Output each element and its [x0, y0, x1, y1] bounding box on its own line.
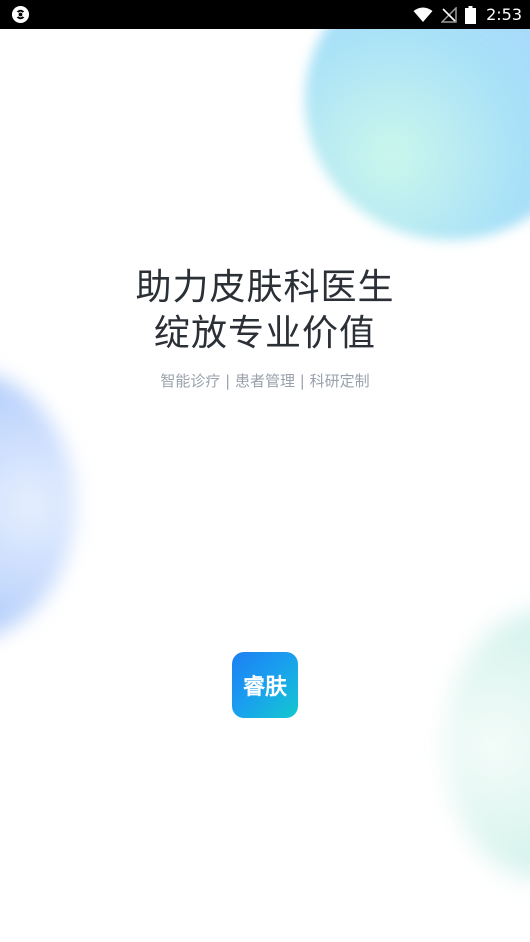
decorative-blob-bottom-right [445, 610, 530, 880]
splash-screen: 2:53 助力皮肤科医生 绽放专业价值 智能诊疗 | 患者管理 | 科研定制 睿… [0, 0, 530, 942]
decorative-blob-top-right [305, 0, 530, 240]
headline-line-2: 绽放专业价值 [153, 313, 376, 354]
status-bar: 2:53 [0, 0, 530, 29]
no-signal-icon [441, 6, 457, 23]
battery-icon [465, 5, 477, 24]
splash-headline: 助力皮肤科医生 绽放专业价值 [0, 265, 530, 357]
app-logo: 睿肤 [232, 652, 298, 718]
headline-line-1: 助力皮肤科医生 [135, 267, 395, 308]
app-logo-text: 睿肤 [242, 675, 287, 700]
app-notification-icon [11, 5, 30, 24]
wifi-icon [413, 7, 433, 22]
splash-subtitle: 智能诊疗 | 患者管理 | 科研定制 [160, 372, 370, 390]
decorative-blob-left [0, 370, 75, 640]
status-icons: 2:53 [413, 0, 522, 29]
status-time: 2:53 [486, 5, 522, 24]
